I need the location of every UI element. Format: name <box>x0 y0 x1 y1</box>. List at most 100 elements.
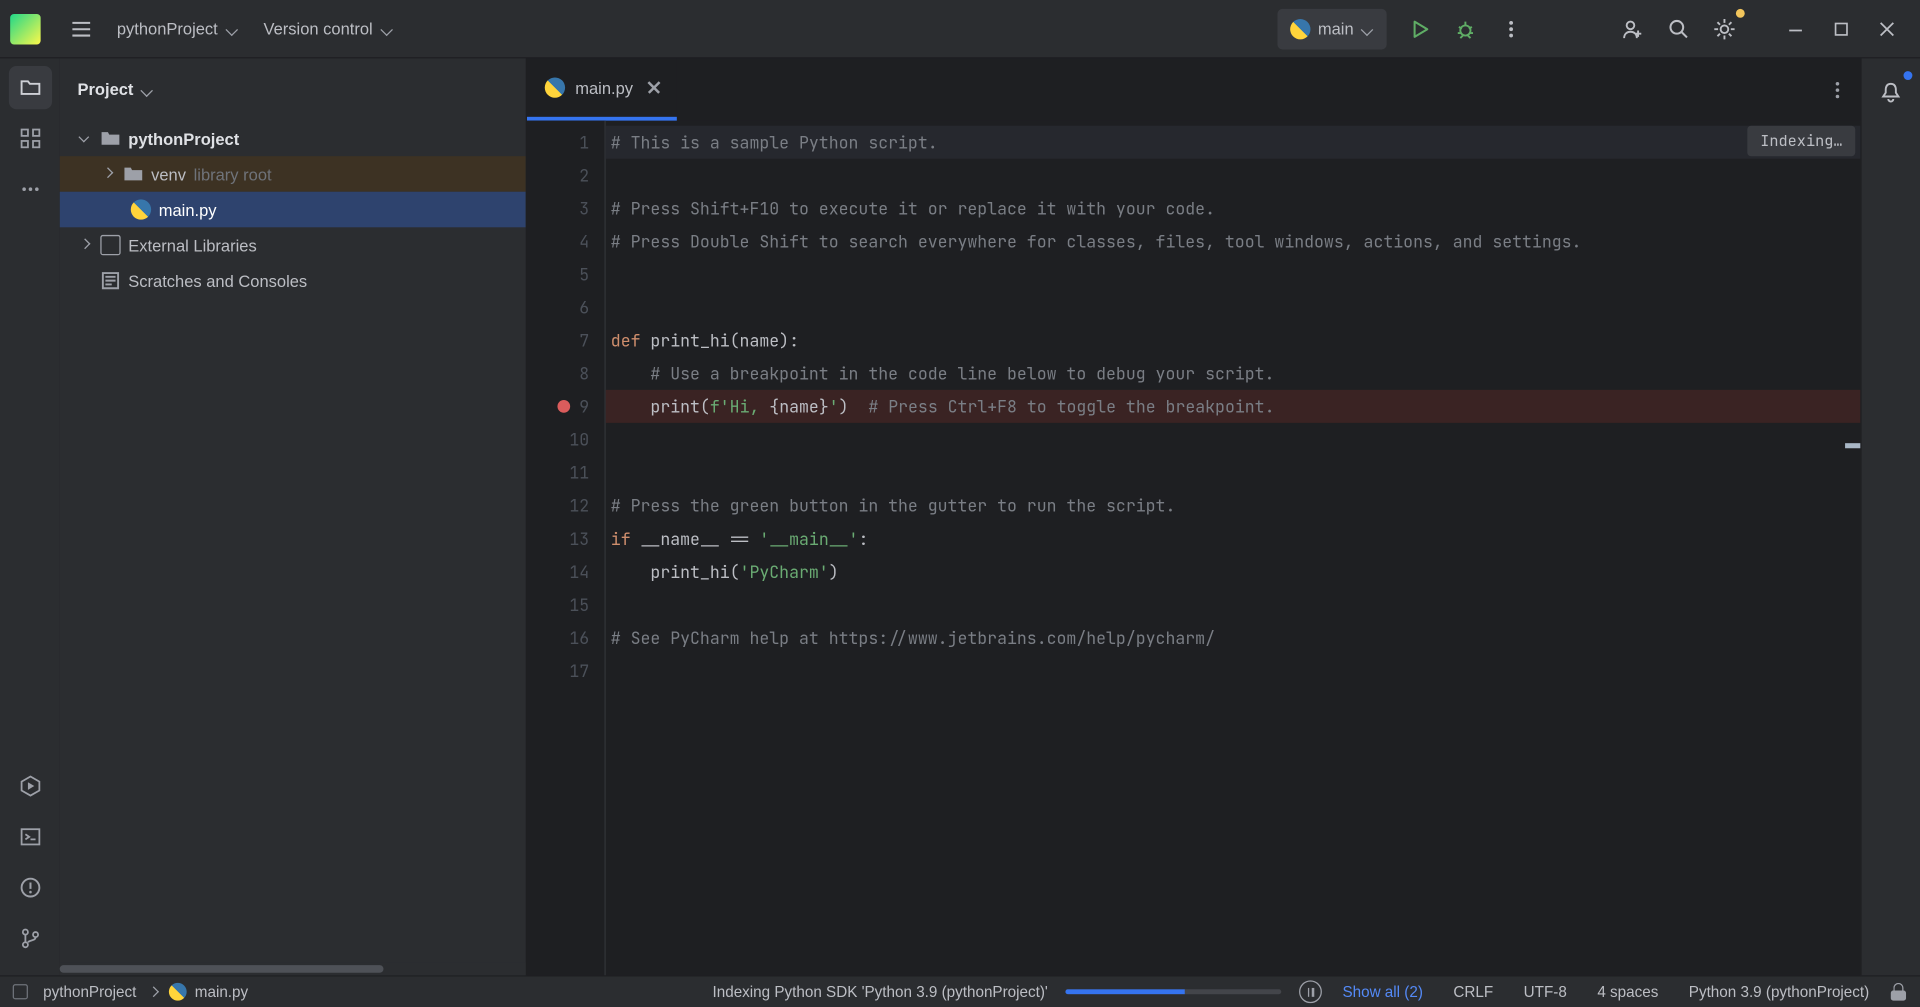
right-tool-rail <box>1860 58 1920 975</box>
hamburger-icon <box>70 17 93 40</box>
terminal-tool-button[interactable] <box>8 815 51 858</box>
python-icon <box>545 77 565 97</box>
line-number[interactable]: 1 <box>527 126 604 159</box>
minimize-button[interactable] <box>1773 6 1819 52</box>
services-tool-button[interactable] <box>8 764 51 807</box>
main-menu-button[interactable] <box>58 6 104 52</box>
breakpoint-icon[interactable] <box>557 400 570 413</box>
notification-badge-icon <box>1903 71 1912 80</box>
update-badge-icon <box>1736 8 1745 17</box>
python-interpreter[interactable]: Python 3.9 (pythonProject) <box>1679 983 1880 1001</box>
git-branch-icon <box>18 927 41 950</box>
line-number[interactable]: 2 <box>527 159 604 192</box>
breadcrumb-file[interactable]: main.py <box>169 983 248 1001</box>
minimize-icon <box>1787 20 1805 38</box>
maximize-icon <box>1834 21 1849 36</box>
tree-scratches[interactable]: Scratches and Consoles <box>60 263 526 299</box>
line-number[interactable]: 11 <box>527 456 604 489</box>
run-config-selector[interactable]: main <box>1277 8 1386 49</box>
scratch-icon <box>100 270 120 290</box>
close-window-button[interactable] <box>1864 6 1910 52</box>
line-number[interactable]: 17 <box>527 654 604 687</box>
run-button[interactable] <box>1397 6 1443 52</box>
line-number[interactable]: 3 <box>527 192 604 225</box>
project-name: pythonProject <box>117 19 218 38</box>
line-number[interactable]: 16 <box>527 621 604 654</box>
line-number[interactable]: 7 <box>527 324 604 357</box>
project-tool-button[interactable] <box>8 66 51 109</box>
problems-tool-button[interactable] <box>8 866 51 909</box>
status-bar: pythonProject main.py Indexing Python SD… <box>0 975 1920 1007</box>
vcs-dropdown[interactable]: Version control <box>251 6 406 52</box>
editor-area: main.py 1 2 3 4 5 6 7 8 9 10 11 12 13 14… <box>527 58 1860 975</box>
more-actions-button[interactable] <box>1488 6 1534 52</box>
file-encoding[interactable]: UTF-8 <box>1514 983 1577 1001</box>
breadcrumb-project[interactable]: pythonProject <box>13 983 137 1001</box>
left-tool-rail <box>0 58 60 975</box>
scrollbar-thumb[interactable] <box>60 965 384 973</box>
debug-button[interactable] <box>1443 6 1489 52</box>
tab-close-button[interactable] <box>643 77 663 97</box>
close-icon <box>1878 20 1896 38</box>
line-number[interactable]: 5 <box>527 258 604 291</box>
chevron-right-icon <box>147 985 160 998</box>
editor-more-button[interactable] <box>1815 67 1861 113</box>
marker-stripe[interactable] <box>1845 443 1860 448</box>
pycharm-logo-icon <box>10 13 40 43</box>
line-number[interactable]: 6 <box>527 291 604 324</box>
tab-main-py[interactable]: main.py <box>527 58 676 120</box>
tree-label: main.py <box>159 200 217 219</box>
kebab-icon <box>1827 80 1847 100</box>
search-icon <box>1667 17 1690 40</box>
line-number[interactable]: 12 <box>527 489 604 522</box>
chevron-down-icon <box>141 83 154 96</box>
folder-icon <box>100 128 120 148</box>
terminal-icon <box>18 825 41 848</box>
pause-indexing-button[interactable] <box>1299 980 1322 1003</box>
panel-title-dropdown[interactable]: Project <box>60 58 526 120</box>
tree-external-libraries[interactable]: External Libraries <box>60 227 526 263</box>
chevron-down-icon <box>1361 22 1374 35</box>
tree-root[interactable]: pythonProject <box>60 121 526 157</box>
python-icon <box>1290 18 1310 38</box>
line-number[interactable]: 8 <box>527 357 604 390</box>
vcs-tool-button[interactable] <box>8 917 51 960</box>
indexing-status: Indexing Python SDK 'Python 3.9 (pythonP… <box>713 983 1048 1001</box>
more-tools-button[interactable] <box>8 168 51 211</box>
structure-tool-button[interactable] <box>8 117 51 160</box>
chevron-right-icon <box>77 237 92 252</box>
kebab-icon <box>1501 18 1521 38</box>
search-everywhere-button[interactable] <box>1656 6 1702 52</box>
chevron-down-icon <box>225 22 238 35</box>
code-editor[interactable]: Indexing… # This is a sample Python scri… <box>606 121 1861 976</box>
readonly-toggle[interactable] <box>1890 983 1908 1001</box>
panel-scrollbar[interactable] <box>60 963 526 976</box>
line-number[interactable]: 15 <box>527 588 604 621</box>
editor-gutter[interactable]: 1 2 3 4 5 6 7 8 9 10 11 12 13 14 15 16 1… <box>527 121 606 976</box>
indent-setting[interactable]: 4 spaces <box>1587 983 1668 1001</box>
line-number[interactable]: 4 <box>527 225 604 258</box>
project-dropdown[interactable]: pythonProject <box>104 6 251 52</box>
maximize-button[interactable] <box>1818 6 1864 52</box>
line-number[interactable]: 14 <box>527 555 604 588</box>
settings-button[interactable] <box>1702 6 1748 52</box>
warning-icon <box>18 876 41 899</box>
line-number[interactable]: 10 <box>527 423 604 456</box>
line-number[interactable]: 13 <box>527 522 604 555</box>
tree-venv[interactable]: venv library root <box>60 156 526 192</box>
project-tree: pythonProject venv library root main.py … <box>60 121 526 963</box>
bug-icon <box>1454 17 1477 40</box>
code-with-me-button[interactable] <box>1610 6 1656 52</box>
indexing-progress <box>1066 989 1282 994</box>
chevron-down-icon <box>77 131 92 146</box>
panel-title: Project <box>77 80 133 99</box>
line-separator[interactable]: CRLF <box>1443 983 1503 1001</box>
title-bar: pythonProject Version control main <box>0 0 1920 58</box>
line-number[interactable]: 9 <box>527 390 604 423</box>
tree-hint: library root <box>194 164 272 183</box>
notifications-button[interactable] <box>1869 71 1912 114</box>
tree-file-main[interactable]: main.py <box>60 192 526 228</box>
tree-label: External Libraries <box>128 236 256 255</box>
show-all-link[interactable]: Show all (2) <box>1332 983 1433 1001</box>
play-icon <box>1410 18 1430 38</box>
